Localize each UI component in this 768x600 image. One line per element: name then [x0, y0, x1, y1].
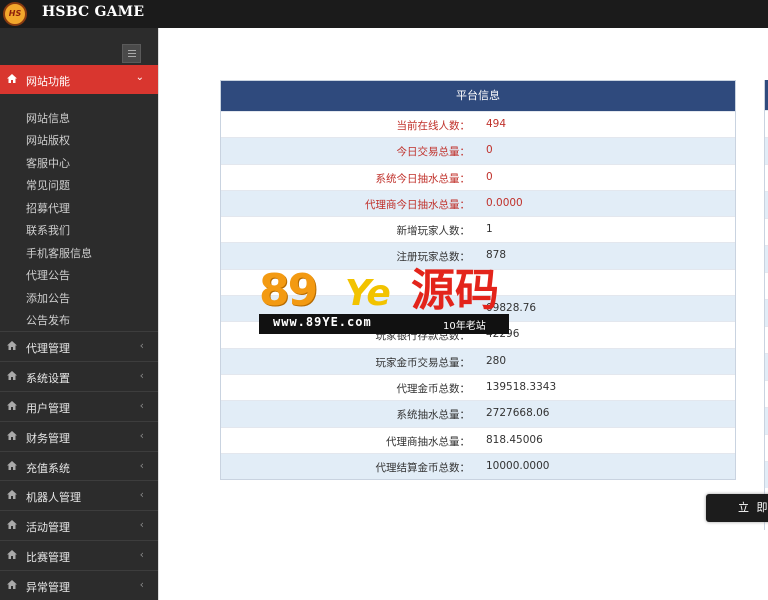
sidebar-item-label: 用户管理 — [26, 402, 70, 415]
submenu-item-add-notice[interactable]: 添加公告 — [26, 290, 70, 308]
chevron-down-icon: ⌄ — [135, 72, 144, 83]
table-row: 当前在线人数： 494 — [221, 111, 735, 137]
sidebar-item-label: 机器人管理 — [26, 491, 81, 504]
table-row: 代理金币总数： 139518.3343 — [221, 373, 735, 400]
row-label: 代理结算金币总数： — [375, 461, 471, 474]
brand-name: HSBC GAME — [42, 4, 145, 20]
submenu-item-agent-notice[interactable]: 代理公告 — [26, 267, 70, 285]
row-label: 注册玩家总数： — [396, 251, 471, 264]
row-label: 代理商今日抽水总量： — [365, 198, 470, 211]
submenu-item-publish-notice[interactable]: 公告发布 — [26, 312, 70, 330]
home-icon — [7, 550, 17, 559]
sidebar-item-robot-management[interactable]: 机器人管理 ‹ — [0, 480, 158, 509]
second-table-edge — [764, 80, 768, 530]
chevron-left-icon: ‹ — [139, 488, 144, 501]
submenu-item-contact-us[interactable]: 联系我们 — [26, 222, 70, 240]
table-row: 代理商抽水总量： 818.45006 — [221, 426, 735, 453]
sidebar-item-agent-management[interactable]: 代理管理 ‹ — [0, 331, 158, 360]
sidebar: 网站功能 ⌄ 网站信息 网站版权 客服中心 常见问题 招募代理 联系我们 手机客… — [0, 28, 158, 600]
sidebar-item-recharge-system[interactable]: 充值系统 ‹ — [0, 451, 158, 480]
sidebar-item-label: 活动管理 — [26, 521, 70, 534]
home-icon — [7, 401, 17, 410]
home-icon — [7, 431, 17, 440]
sidebar-item-exception-management[interactable]: 异常管理 ‹ — [0, 570, 158, 599]
chevron-left-icon: ‹ — [139, 339, 144, 352]
chevron-left-icon: ‹ — [139, 548, 144, 561]
table-row: 系统今日抽水总量： 0 — [221, 163, 735, 190]
home-icon — [7, 461, 17, 470]
chevron-left-icon: ‹ — [139, 369, 144, 382]
sidebar-item-user-management[interactable]: 用户管理 ‹ — [0, 391, 158, 420]
row-value: 818.45006 — [486, 433, 543, 446]
row-label: 系统抽水总量： — [396, 409, 471, 422]
row-label: 代理金币总数： — [396, 382, 471, 395]
sidebar-item-match-management[interactable]: 比赛管理 ‹ — [0, 540, 158, 569]
table-row: 代理商今日抽水总量： 0.0000 — [221, 189, 735, 217]
table-row: 新增玩家人数： 1 — [221, 216, 735, 242]
sidebar-item-activity-management[interactable]: 活动管理 ‹ — [0, 510, 158, 539]
sidebar-item-label: 充值系统 — [26, 462, 70, 475]
submenu-item-support-center[interactable]: 客服中心 — [26, 155, 70, 173]
watermark-tag: 10年老站 — [443, 321, 486, 332]
home-icon — [7, 520, 17, 529]
watermark-url: www.89YE.com — [273, 315, 372, 329]
row-label: 今日交易总量： — [396, 146, 471, 159]
watermark-ye: Ye — [345, 273, 391, 314]
row-value: 0 — [486, 170, 493, 183]
submenu-item-faq[interactable]: 常见问题 — [26, 177, 70, 195]
watermark-logo: 89 Ye 源码 www.89YE.com 10年老站 — [259, 266, 509, 334]
table-row: 代理结算金币总数： 10000.0000 — [221, 452, 735, 480]
sidebar-item-label: 代理管理 — [26, 342, 70, 355]
row-value: 0.0000 — [486, 196, 523, 209]
row-value: 878 — [486, 249, 507, 262]
row-label: 玩家金币交易总量： — [375, 356, 471, 369]
watermark-yuanma: 源码 — [411, 265, 499, 316]
row-label: 当前在线人数： — [396, 120, 471, 132]
sidebar-item-label: 异常管理 — [26, 581, 70, 594]
row-label: 代理商抽水总量： — [386, 435, 470, 448]
table-row: 玩家金币交易总量： 280 — [221, 347, 735, 374]
row-value: 0 — [486, 144, 493, 157]
submenu-item-site-info[interactable]: 网站信息 — [26, 110, 70, 128]
table-row: 今日交易总量： 0 — [221, 137, 735, 164]
row-value: 10000.0000 — [486, 459, 550, 472]
chevron-left-icon: ‹ — [139, 518, 144, 531]
watermark-digits: 89 — [259, 265, 318, 316]
row-value: 280 — [486, 354, 507, 367]
home-icon — [7, 580, 17, 589]
chevron-left-icon: ‹ — [139, 399, 144, 412]
submenu-item-mobile-support[interactable]: 手机客服信息 — [26, 245, 92, 263]
watermark-strip: www.89YE.com 10年老站 — [259, 314, 509, 334]
sidebar-item-label: 财务管理 — [26, 432, 70, 445]
row-value: 1 — [486, 223, 493, 236]
sidebar-item-website-functions[interactable]: 网站功能 ⌄ — [0, 65, 158, 94]
sidebar-collapse-button[interactable] — [122, 44, 141, 63]
logo-icon: HS — [3, 2, 27, 26]
chevron-left-icon: ‹ — [139, 429, 144, 442]
table-row: 系统抽水总量： 2727668.06 — [221, 400, 735, 427]
chevron-left-icon: ‹ — [139, 459, 144, 472]
home-icon — [7, 490, 17, 499]
sidebar-item-label: 系统设置 — [26, 372, 70, 385]
table-header: 平台信息 — [221, 81, 735, 111]
sidebar-item-system-settings[interactable]: 系统设置 ‹ — [0, 361, 158, 390]
row-value: 139518.3343 — [486, 380, 557, 393]
row-value: 2727668.06 — [486, 407, 550, 420]
sidebar-item-label: 比赛管理 — [26, 551, 70, 564]
update-now-button[interactable]: 立 即 更 — [706, 494, 768, 522]
row-label: 系统今日抽水总量： — [375, 172, 471, 185]
top-bar: HS HSBC GAME — [0, 0, 768, 28]
home-icon — [7, 341, 17, 350]
sidebar-item-finance-management[interactable]: 财务管理 ‹ — [0, 421, 158, 450]
home-icon — [7, 74, 17, 83]
chevron-left-icon: ‹ — [139, 578, 144, 591]
sidebar-item-label: 网站功能 — [26, 75, 70, 88]
row-value: 494 — [486, 118, 507, 130]
home-icon — [7, 371, 17, 380]
row-label: 新增玩家人数： — [396, 225, 471, 238]
submenu-item-copyright[interactable]: 网站版权 — [26, 132, 70, 150]
submenu-item-recruit-agents[interactable]: 招募代理 — [26, 200, 70, 218]
